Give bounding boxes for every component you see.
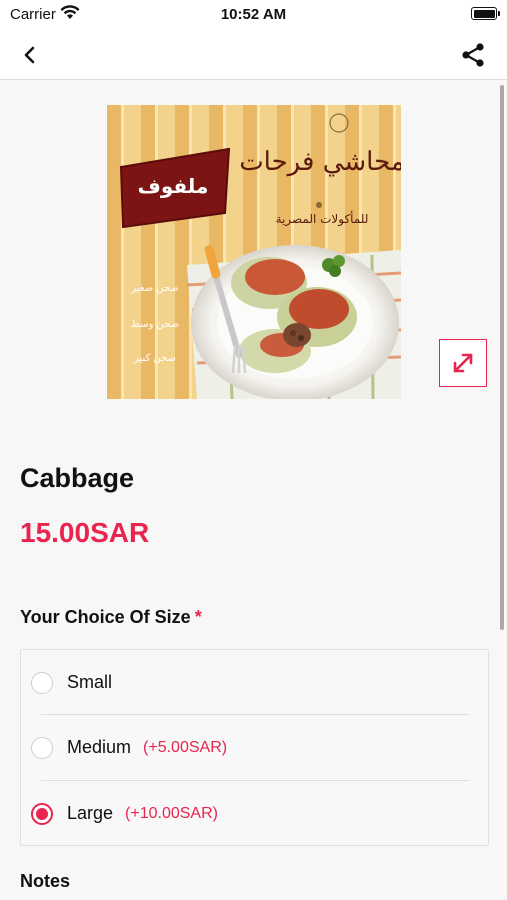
svg-text:صحن صغير: صحن صغير — [130, 283, 179, 294]
size-option-small[interactable]: Small — [21, 650, 490, 715]
share-button[interactable] — [457, 39, 489, 71]
option-extra-price: (+5.00SAR) — [143, 738, 228, 756]
radio-button-selected[interactable] — [31, 802, 53, 825]
size-option-medium[interactable]: Medium (+5.00SAR) — [21, 715, 490, 780]
option-label: Small — [67, 672, 113, 692]
chevron-left-icon — [24, 46, 35, 64]
expand-arrows-icon — [453, 353, 473, 373]
notes-title: Notes — [20, 871, 71, 891]
size-section-label: Your Choice Of Size — [20, 607, 191, 627]
status-time: 10:52 AM — [220, 6, 287, 23]
svg-text:صحن كبير: صحن كبير — [133, 353, 176, 364]
expand-image-button[interactable] — [439, 339, 487, 387]
svg-text:محاشي فرحات: محاشي فرحات — [239, 147, 401, 177]
radio-button[interactable] — [31, 671, 53, 694]
product-name: Cabbage — [20, 463, 135, 493]
scrollbar[interactable] — [500, 85, 504, 630]
nav-bar — [0, 30, 507, 80]
option-label: Large — [67, 803, 114, 823]
size-section-title: Your Choice Of Size * — [20, 607, 202, 628]
status-bar: Carrier 10:52 AM — [0, 0, 507, 30]
product-image[interactable]: ملفوف محاشي فرحات للمأكولات المصرية صحن … — [107, 105, 401, 399]
size-option-large[interactable]: Large (+10.00SAR) — [21, 781, 490, 846]
back-button[interactable] — [14, 40, 46, 70]
product-price: 15.00SAR — [20, 517, 150, 548]
share-icon — [462, 43, 484, 67]
svg-text:صحن وسط: صحن وسط — [131, 319, 179, 330]
size-options-group: Small Medium (+5.00SAR) Large (+10.00SAR… — [20, 649, 489, 846]
radio-button[interactable] — [31, 736, 53, 759]
svg-text:للمأكولات المصرية: للمأكولات المصرية — [276, 210, 369, 227]
dish-label-text: ملفوف — [138, 174, 209, 198]
battery-icon — [471, 7, 500, 20]
option-extra-price: (+10.00SAR) — [125, 804, 218, 822]
option-label: Medium — [67, 737, 132, 757]
required-mark: * — [194, 607, 202, 627]
product-detail-content[interactable]: ملفوف محاشي فرحات للمأكولات المصرية صحن … — [0, 81, 507, 900]
